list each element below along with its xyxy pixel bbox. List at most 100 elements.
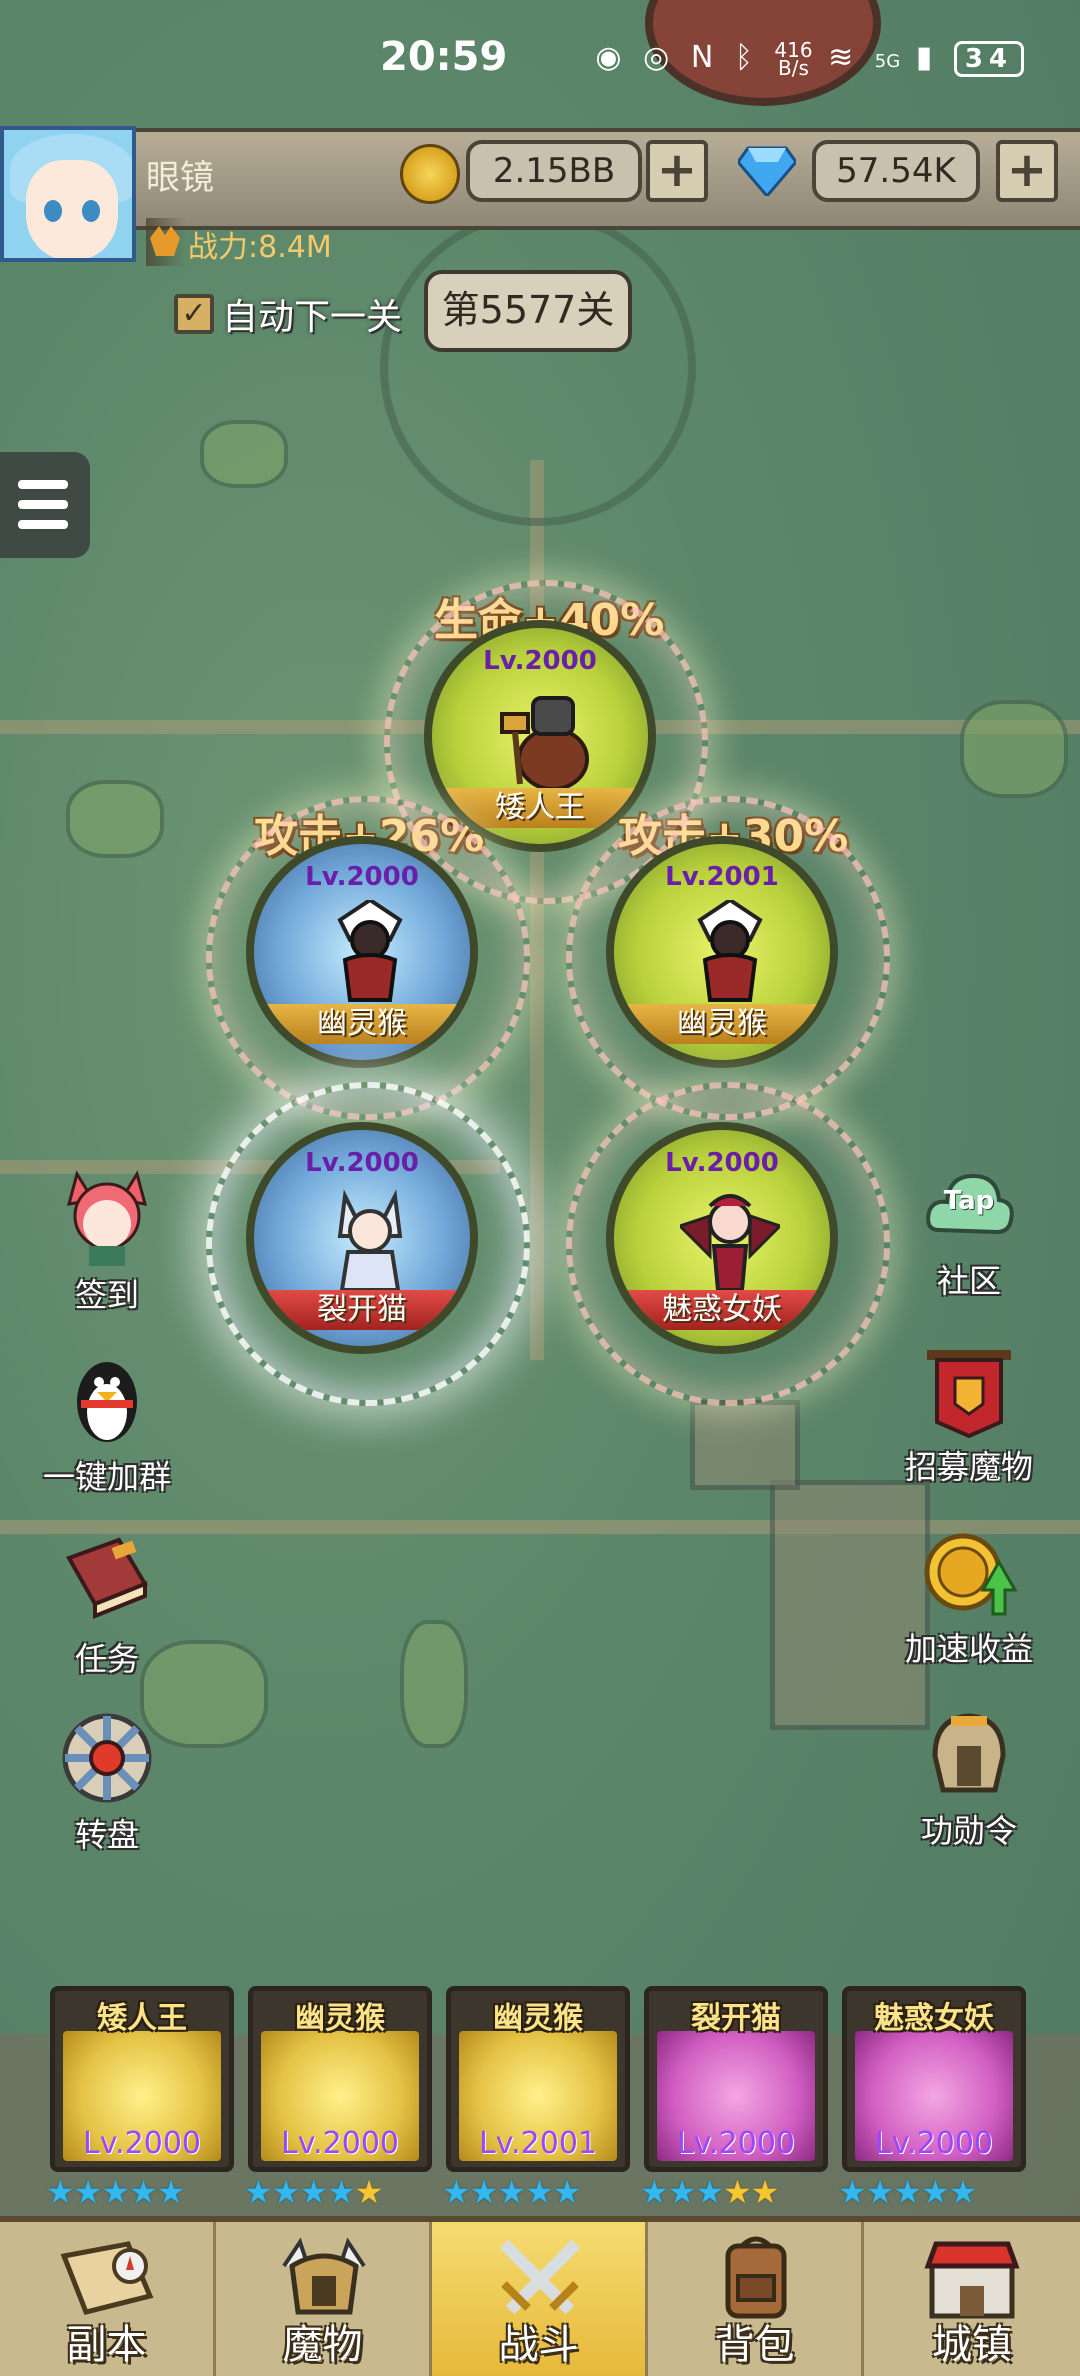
team-card-stars: ★★★★★ [838, 2173, 977, 2211]
team-card[interactable]: 矮人王 Lv.2000 [50, 1986, 234, 2172]
map-emblem [380, 210, 696, 526]
net-speed: 416 B/s [774, 37, 813, 80]
merit-pass-button[interactable]: 功勋令 [894, 1706, 1044, 1852]
player-name: 眼镜 [146, 158, 214, 198]
coin-boost-icon [924, 1533, 1018, 1616]
formation-slot-3[interactable]: Lv.2001 幽灵猴 [566, 796, 890, 1120]
team-card-level: Lv.2000 [82, 2126, 202, 2161]
team-card-stars: ★★★★★ [442, 2173, 581, 2211]
eye-icon: ◎ [643, 40, 676, 75]
monster-helmet-icon [282, 2237, 366, 2315]
star-blue: ★★★ [640, 2173, 724, 2211]
slot-name: 幽灵猴 [614, 1004, 830, 1044]
team-card-name: 幽灵猴 [295, 2001, 385, 2036]
lucky-wheel-button[interactable]: 转盘 [32, 1710, 182, 1856]
add-gold-button[interactable]: + [646, 140, 708, 202]
power-crown-icon [150, 226, 180, 256]
slot-name: 裂开猫 [254, 1290, 470, 1330]
team-card-level: Lv.2001 [478, 2126, 598, 2161]
notification-icon: ◉ [595, 40, 628, 75]
gold-coin-icon [400, 144, 460, 204]
slot-level: Lv.2001 [665, 862, 779, 892]
team-card-stars: ★★★★★ [244, 2173, 384, 2211]
lucky-wheel-label: 转盘 [74, 1816, 139, 1854]
team-card[interactable]: 裂开猫 Lv.2000 [644, 1986, 828, 2172]
formation-slot-2[interactable]: Lv.2000 幽灵猴 [206, 796, 530, 1120]
menu-line [18, 500, 68, 509]
battery-indicator: 34 [953, 41, 1024, 77]
team-card-name: 裂开猫 [691, 2001, 781, 2036]
community-button[interactable]: Tap 社区 [894, 1160, 1044, 1302]
cat-girl-icon [66, 1170, 148, 1266]
slot-disc: Lv.2000 魅惑女妖 [606, 1122, 838, 1354]
bottom-nav: 副本 魔物 战斗 背包 城镇 [0, 2216, 1080, 2376]
team-card-level: Lv.2000 [874, 2126, 994, 2161]
bluetooth-icon: ᛒ [734, 40, 759, 75]
slot-disc: Lv.2001 幽灵猴 [606, 836, 838, 1068]
tab-battle[interactable]: 战斗 [432, 2222, 648, 2376]
menu-line [18, 520, 68, 529]
star-blue: ★★★★ [244, 2173, 356, 2211]
crossed-swords-icon [499, 2239, 581, 2315]
slot-disc: Lv.2000 幽灵猴 [246, 836, 478, 1068]
map-tree [66, 780, 164, 858]
menu-line [18, 480, 68, 489]
sign-in-button[interactable]: 签到 [32, 1170, 182, 1316]
slot-disc: Lv.2000 矮人王 [424, 620, 656, 852]
slot-name: 魅惑女妖 [614, 1290, 830, 1330]
network-type: 5G [874, 51, 901, 72]
ghost-monkey-icon [697, 900, 763, 1002]
team-card[interactable]: 幽灵猴 Lv.2000 [248, 1986, 432, 2172]
tab-town[interactable]: 城镇 [864, 2222, 1080, 2376]
gem-amount: 57.54K [812, 140, 980, 202]
sign-in-label: 签到 [74, 1276, 139, 1314]
avatar-eye [44, 200, 62, 222]
tab-monsters[interactable]: 魔物 [216, 2222, 432, 2376]
map-building [690, 1400, 800, 1490]
join-group-button[interactable]: 一键加群 [32, 1352, 182, 1498]
add-gems-button[interactable]: + [996, 140, 1058, 202]
combat-power: 战力:8.4M [146, 218, 332, 266]
tasks-button[interactable]: 任务 [32, 1534, 182, 1680]
avatar-eye [82, 200, 100, 222]
map-tree [400, 1620, 468, 1748]
book-icon [66, 1537, 148, 1619]
team-card[interactable]: 魅惑女妖 Lv.2000 [842, 1986, 1026, 2172]
helmet-icon [932, 1713, 1006, 1793]
boost-income-button[interactable]: 加速收益 [894, 1524, 1044, 1670]
slot-name: 矮人王 [432, 788, 648, 828]
formation-slot-1[interactable]: Lv.2000 矮人王 [384, 580, 708, 904]
player-avatar[interactable] [0, 126, 136, 262]
stage-number[interactable]: 第5577关 [424, 270, 632, 352]
recruit-monster-button[interactable]: 招募魔物 [894, 1342, 1044, 1488]
tab-battle-label: 战斗 [498, 2322, 579, 2368]
nfc-icon: N [690, 40, 720, 75]
formation-slot-4[interactable]: Lv.2000 裂开猫 [206, 1082, 530, 1406]
slot-level: Lv.2000 [305, 1148, 419, 1178]
star-yellow: ★★ [723, 2173, 779, 2211]
ghost-monkey-icon [337, 900, 403, 1002]
auto-next-checkbox[interactable]: ✓ [174, 294, 214, 334]
slot-disc: Lv.2000 裂开猫 [246, 1122, 478, 1354]
formation-slot-5[interactable]: Lv.2000 魅惑女妖 [566, 1082, 890, 1406]
gold-amount: 2.15BB [466, 140, 642, 202]
tap-cloud-icon: Tap [921, 1160, 1017, 1256]
auto-next-label[interactable]: 自动下一关 [222, 288, 402, 340]
slot-level: Lv.2000 [483, 646, 597, 676]
map-scroll-icon [60, 2241, 154, 2315]
star-blue: ★★★★★ [442, 2173, 581, 2211]
team-card[interactable]: 幽灵猴 Lv.2001 [446, 1986, 630, 2172]
star-yellow: ★ [354, 2173, 384, 2211]
boost-income-label: 加速收益 [904, 1630, 1033, 1668]
tab-backpack[interactable]: 背包 [648, 2222, 864, 2376]
merit-pass-label: 功勋令 [920, 1812, 1017, 1850]
status-clock: 20:59 [380, 34, 508, 80]
tab-dungeon[interactable]: 副本 [0, 2222, 216, 2376]
team-card-name: 魅惑女妖 [874, 2001, 994, 2036]
town-shop-icon [924, 2241, 1020, 2319]
avatar-face [26, 160, 118, 258]
star-blue: ★★★★★ [838, 2173, 977, 2211]
tab-monsters-label: 魔物 [282, 2322, 363, 2368]
menu-button[interactable] [0, 452, 90, 558]
team-card-level: Lv.2000 [676, 2126, 796, 2161]
